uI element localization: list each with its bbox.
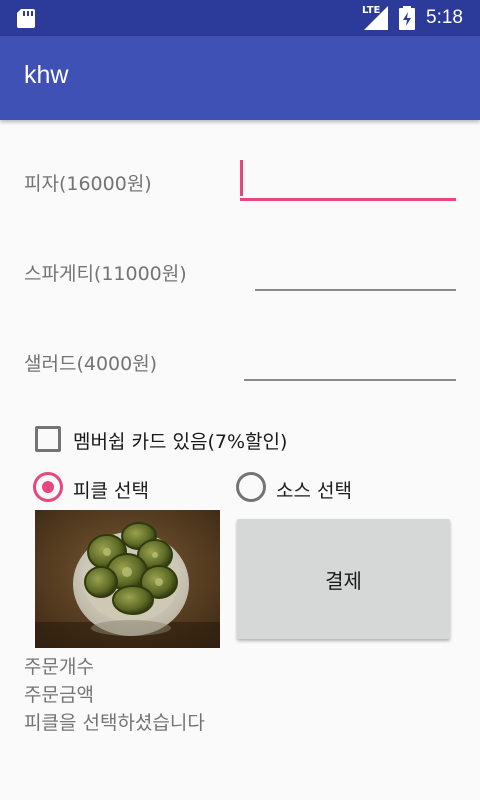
- pickle-radio-dot: [42, 481, 54, 493]
- status-bar: LTE 5:18: [0, 0, 480, 36]
- spaghetti-quantity-input[interactable]: [255, 257, 456, 291]
- sauce-radio[interactable]: [236, 472, 266, 502]
- status-time: 5:18: [426, 7, 463, 28]
- pickle-radio[interactable]: [33, 472, 63, 502]
- pay-button[interactable]: 결제: [237, 519, 450, 639]
- sd-card-icon: [17, 9, 35, 28]
- text-cursor: [240, 160, 243, 196]
- salad-quantity-input[interactable]: [244, 347, 456, 381]
- spaghetti-label: 스파게티(11000원): [24, 263, 187, 285]
- membership-label[interactable]: 멤버쉽 카드 있음(7%할인): [73, 427, 287, 454]
- salad-label: 샐러드(4000원): [24, 353, 158, 375]
- battery-charging-icon: [399, 6, 415, 30]
- sauce-radio-label[interactable]: 소스 선택: [276, 476, 352, 503]
- app-title: khw: [24, 61, 69, 89]
- pizza-label: 피자(16000원): [24, 173, 152, 195]
- order-count-label: 주문개수: [24, 656, 94, 678]
- order-amount-label: 주문금액: [24, 684, 94, 706]
- membership-checkbox[interactable]: [35, 426, 61, 452]
- selection-message: 피클을 선택하셨습니다: [24, 712, 205, 734]
- pizza-quantity-input[interactable]: [240, 166, 456, 201]
- pickle-radio-label[interactable]: 피클 선택: [73, 476, 149, 503]
- app-bar: khw: [0, 36, 480, 120]
- signal-icon: [364, 6, 388, 30]
- pickle-image: [35, 510, 220, 648]
